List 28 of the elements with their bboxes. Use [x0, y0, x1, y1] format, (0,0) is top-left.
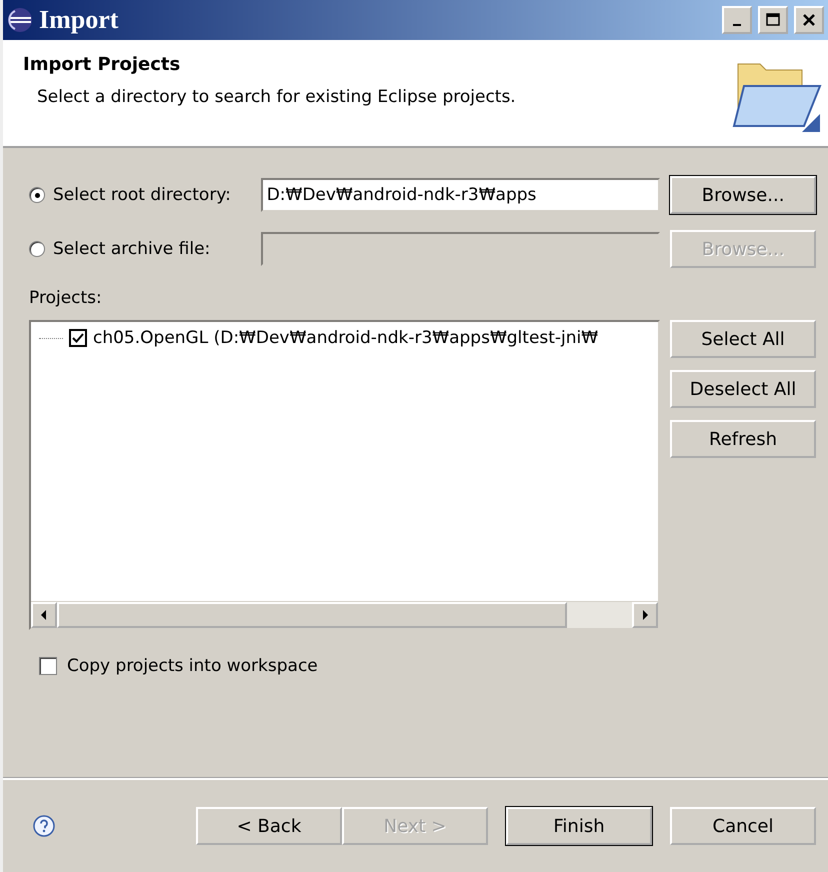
path-field[interactable]: D:₩Dev₩android-ndk-r3₩apps [260, 178, 660, 212]
checkbox[interactable] [69, 329, 87, 347]
copy-checkbox[interactable]: Copy projects into workspace [39, 656, 816, 676]
minimize-icon [733, 24, 741, 26]
horizontal-scrollbar[interactable] [31, 601, 658, 628]
page-description: Select a directory to search for existing Eclipse projects. [36, 87, 517, 107]
maximize-button[interactable] [758, 6, 788, 34]
radio-button[interactable] [29, 187, 45, 203]
projects-label: Projects: [29, 288, 103, 308]
left-arrow-icon[interactable] [40, 610, 48, 620]
radio-label: Select root directory: [53, 185, 231, 205]
tree-action-button[interactable]: Refresh [670, 420, 816, 458]
page-title: Import Projects [23, 54, 182, 75]
radio-label: Select archive file: [53, 239, 210, 259]
browse-button[interactable]: Browse... [670, 176, 816, 214]
help-icon[interactable] [33, 815, 55, 837]
window-title: Import [39, 5, 120, 35]
close-button[interactable] [794, 6, 824, 34]
wizard-button[interactable]: Cancel [670, 807, 816, 845]
tree-action-button[interactable]: Select All [670, 320, 816, 358]
maximize-icon [766, 13, 780, 27]
wizard-button[interactable]: < Back [196, 807, 342, 845]
eclipse-logo-icon [7, 7, 33, 33]
project-item[interactable]: ch05.OpenGL (D:₩Dev₩android-ndk-r3₩apps₩gltest-jni₩ [93, 328, 598, 348]
close-icon [802, 13, 816, 27]
wizard-button[interactable]: Finish [506, 807, 652, 845]
right-arrow-icon[interactable] [641, 610, 649, 620]
tree-action-button[interactable]: Deselect All [670, 370, 816, 408]
